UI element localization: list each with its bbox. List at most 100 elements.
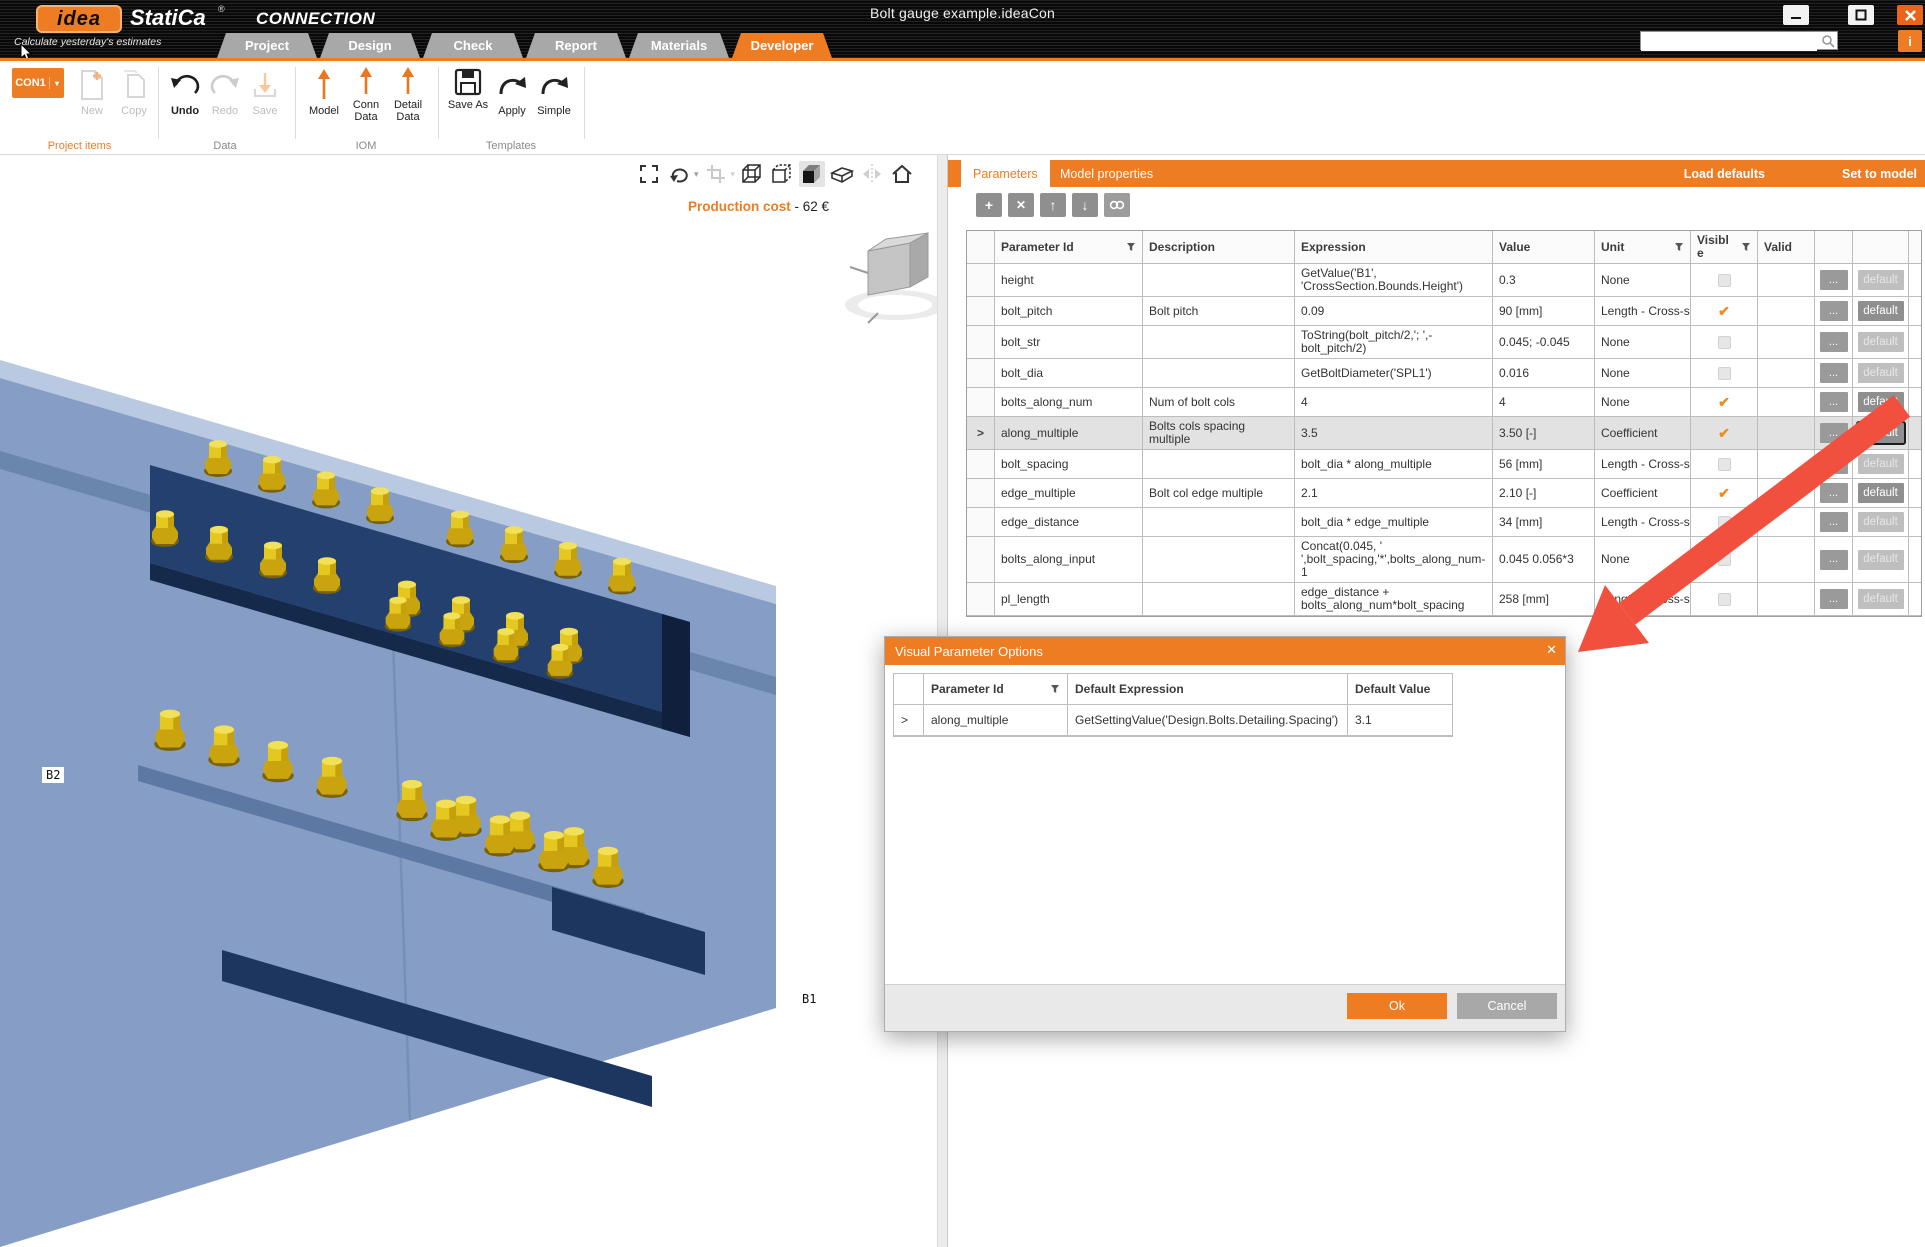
cancel-button[interactable]: Cancel	[1457, 993, 1557, 1019]
unit-cell[interactable]: None	[1595, 359, 1691, 388]
save-as-button[interactable]: Save As	[446, 65, 490, 111]
expression-cell[interactable]: 2.1	[1295, 479, 1493, 508]
value-cell[interactable]: 34 [mm]	[1493, 508, 1595, 537]
parameter-row-bolts_along_num[interactable]: bolts_along_numNum of bolt cols44None✔..…	[967, 388, 1921, 417]
description-cell[interactable]	[1143, 583, 1295, 616]
rotate-view-button[interactable]	[666, 161, 692, 187]
visible-cell[interactable]	[1691, 264, 1758, 297]
save-button[interactable]: Save	[243, 65, 287, 117]
conn-data-button[interactable]: Conn Data	[344, 65, 388, 123]
parameter-row-bolt_dia[interactable]: bolt_diaGetBoltDiameter('SPL1')0.016None…	[967, 359, 1921, 388]
parameter-id-cell[interactable]: bolt_spacing	[995, 450, 1143, 479]
unit-cell[interactable]: Coefficient	[1595, 417, 1691, 450]
link-parameter-button[interactable]	[1104, 193, 1130, 217]
checkbox-unchecked-icon[interactable]	[1718, 274, 1731, 287]
load-defaults-button[interactable]: Load defaults	[1684, 160, 1765, 187]
expression-cell[interactable]: GetValue('B1', 'CrossSection.Bounds.Heig…	[1295, 264, 1493, 297]
more-options-button[interactable]: ...	[1820, 423, 1848, 443]
parameter-id-cell[interactable]: height	[995, 264, 1143, 297]
header-value[interactable]: Value	[1493, 231, 1595, 264]
parameter-row-pl_length[interactable]: pl_lengthedge_distance + bolts_along_num…	[967, 583, 1921, 616]
parameter-id-cell[interactable]: pl_length	[995, 583, 1143, 616]
description-cell[interactable]: Num of bolt cols	[1143, 388, 1295, 417]
parameter-row-edge_distance[interactable]: edge_distancebolt_dia * edge_multiple34 …	[967, 508, 1921, 537]
dialog-header-parameter-id[interactable]: Parameter Id	[924, 674, 1068, 705]
parameter-id-cell[interactable]: edge_multiple	[995, 479, 1143, 508]
transparent-view-button[interactable]	[829, 161, 855, 187]
value-cell[interactable]: 0.045; -0.045	[1493, 326, 1595, 359]
parameter-id-cell[interactable]: bolts_along_input	[995, 537, 1143, 583]
description-cell[interactable]	[1143, 508, 1295, 537]
tab-parameters[interactable]: Parameters	[961, 160, 1050, 187]
value-cell[interactable]: 258 [mm]	[1493, 583, 1595, 616]
parameter-id-cell[interactable]: bolt_pitch	[995, 297, 1143, 326]
move-down-button[interactable]: ↓	[1072, 193, 1098, 217]
parameter-row-height[interactable]: height GetValue('B1', 'CrossSection.Bound…	[967, 264, 1921, 297]
more-options-button[interactable]: ...	[1820, 332, 1848, 352]
expression-cell[interactable]: Concat(0.045, ' ',bolt_spacing,'*',bolts…	[1295, 537, 1493, 583]
more-options-button[interactable]: ...	[1820, 483, 1848, 503]
more-options-button[interactable]: ...	[1820, 454, 1848, 474]
description-cell[interactable]	[1143, 537, 1295, 583]
default-button[interactable]: default	[1858, 363, 1904, 383]
dialog-parameter-id-cell[interactable]: along_multiple	[924, 705, 1068, 736]
ribbon-tab-design[interactable]: Design	[320, 33, 420, 58]
parameter-id-cell[interactable]: bolts_along_num	[995, 388, 1143, 417]
default-button[interactable]: default	[1858, 392, 1904, 412]
filter-icon[interactable]	[1120, 242, 1136, 252]
expression-cell[interactable]: ToString(bolt_pitch/2,'; ',-bolt_pitch/2…	[1295, 326, 1493, 359]
expression-cell[interactable]: bolt_dia * along_multiple	[1295, 450, 1493, 479]
checkbox-unchecked-icon[interactable]	[1718, 336, 1731, 349]
move-up-button[interactable]: ↑	[1040, 193, 1066, 217]
visible-cell[interactable]	[1691, 359, 1758, 388]
more-options-button[interactable]: ...	[1820, 301, 1848, 321]
checkbox-unchecked-icon[interactable]	[1718, 516, 1731, 529]
header-unit[interactable]: Unit	[1595, 231, 1691, 264]
dialog-default-expression-cell[interactable]: GetSettingValue('Design.Bolts.Detailing.…	[1068, 705, 1348, 736]
visible-cell[interactable]: ✔	[1691, 479, 1758, 508]
tab-model-properties[interactable]: Model properties	[1048, 160, 1165, 187]
undo-button[interactable]: Undo	[163, 65, 207, 117]
description-cell[interactable]: Bolt col edge multiple	[1143, 479, 1295, 508]
expression-cell[interactable]: 3.5	[1295, 417, 1493, 450]
dialog-title-bar[interactable]: Visual Parameter Options ✕	[885, 637, 1565, 665]
unit-cell[interactable]: None	[1595, 326, 1691, 359]
value-cell[interactable]: 56 [mm]	[1493, 450, 1595, 479]
value-cell[interactable]: 2.10 [-]	[1493, 479, 1595, 508]
ribbon-tab-materials[interactable]: Materials	[629, 33, 729, 58]
filter-icon[interactable]	[1044, 684, 1060, 694]
visible-cell[interactable]: ✔	[1691, 297, 1758, 326]
hidden-line-view-button[interactable]	[769, 161, 795, 187]
section-crop-button[interactable]	[703, 161, 729, 187]
checkbox-checked-icon[interactable]: ✔	[1718, 487, 1730, 500]
more-options-button[interactable]: ...	[1820, 512, 1848, 532]
description-cell[interactable]: Bolt pitch	[1143, 297, 1295, 326]
checkbox-unchecked-icon[interactable]	[1718, 458, 1731, 471]
3d-viewport[interactable]: ▾ ▾ Production c	[0, 155, 948, 1247]
zoom-extents-button[interactable]	[636, 161, 662, 187]
add-parameter-button[interactable]: +	[976, 193, 1002, 217]
close-button[interactable]	[1897, 5, 1923, 25]
dialog-default-value-cell[interactable]: 3.1	[1348, 705, 1453, 736]
visible-cell[interactable]	[1691, 537, 1758, 583]
dialog-close-icon[interactable]: ✕	[1546, 642, 1557, 658]
expression-cell[interactable]: GetBoltDiameter('SPL1')	[1295, 359, 1493, 388]
more-options-button[interactable]: ...	[1820, 550, 1848, 570]
checkbox-checked-icon[interactable]: ✔	[1718, 396, 1730, 409]
expression-cell[interactable]: 0.09	[1295, 297, 1493, 326]
value-cell[interactable]: 0.3	[1493, 264, 1595, 297]
simple-template-button[interactable]: Simple	[532, 65, 576, 117]
more-options-button[interactable]: ...	[1820, 270, 1848, 290]
value-cell[interactable]: 0.045 0.056*3	[1493, 537, 1595, 583]
solid-view-button[interactable]	[799, 161, 825, 187]
dialog-header-default-value[interactable]: Default Value	[1348, 674, 1453, 705]
default-button[interactable]: default	[1858, 512, 1904, 532]
expression-cell[interactable]: 4	[1295, 388, 1493, 417]
parameter-id-cell[interactable]: bolt_dia	[995, 359, 1143, 388]
parameter-row-edge_multiple[interactable]: edge_multipleBolt col edge multiple2.12.…	[967, 479, 1921, 508]
default-button[interactable]: default	[1858, 332, 1904, 352]
checkbox-checked-icon[interactable]: ✔	[1718, 305, 1730, 318]
checkbox-unchecked-icon[interactable]	[1718, 367, 1731, 380]
unit-cell[interactable]: None	[1595, 537, 1691, 583]
detail-data-button[interactable]: Detail Data	[386, 65, 430, 123]
